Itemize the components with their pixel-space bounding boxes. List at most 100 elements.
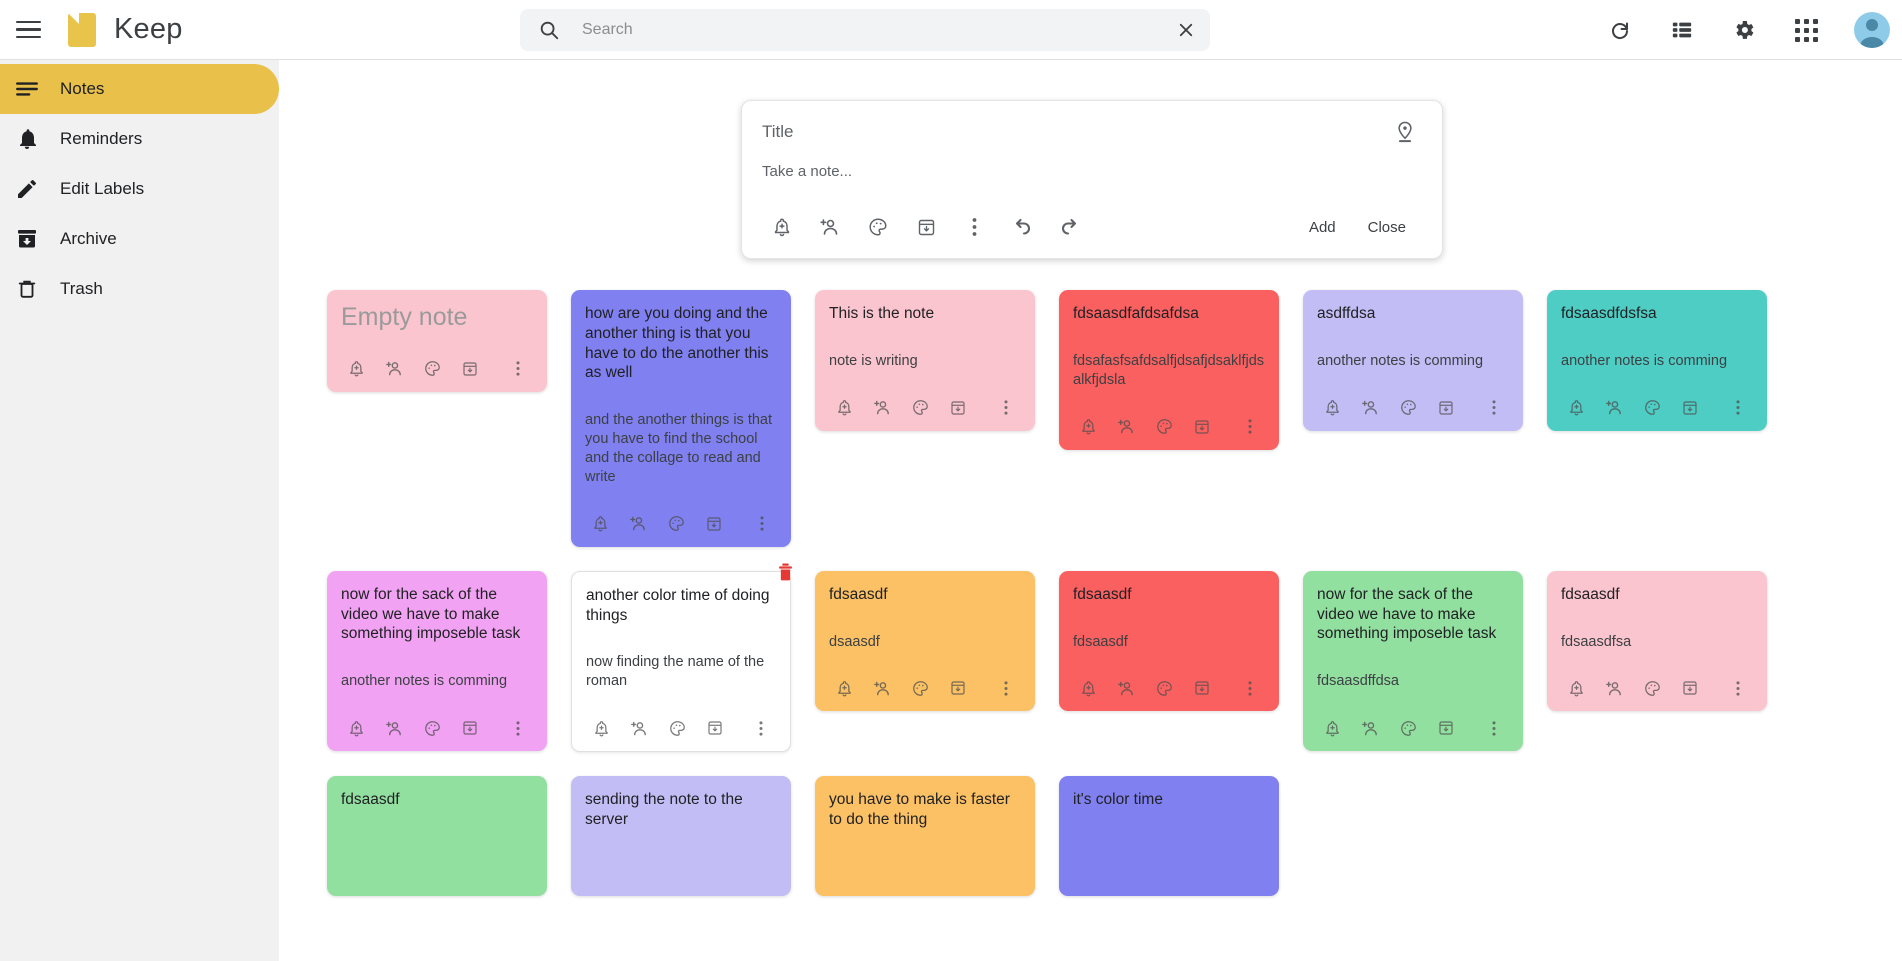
person-plus-icon[interactable]: [379, 713, 409, 743]
more-vert-icon[interactable]: [1235, 673, 1265, 703]
more-vert-icon[interactable]: [1235, 412, 1265, 442]
palette-icon[interactable]: [1637, 673, 1667, 703]
note-card[interactable]: asdffdsa another notes is comming: [1303, 290, 1523, 431]
palette-icon[interactable]: [905, 393, 935, 423]
more-options-button[interactable]: [954, 207, 994, 247]
note-card[interactable]: sending the note to the server: [571, 776, 791, 897]
note-card[interactable]: fdsaasdf fdsaasdfsa: [1547, 570, 1767, 712]
sidebar-item-reminders[interactable]: Reminders: [0, 114, 279, 164]
bell-plus-icon[interactable]: [341, 713, 371, 743]
archive-icon[interactable]: [1675, 393, 1705, 423]
reminder-button[interactable]: [762, 207, 802, 247]
note-card[interactable]: now for the sack of the video we have to…: [327, 570, 547, 752]
note-card[interactable]: fdsaasdfdsfsa another notes is comming: [1547, 290, 1767, 431]
person-plus-icon[interactable]: [1111, 412, 1141, 442]
person-plus-icon[interactable]: [1111, 673, 1141, 703]
archive-icon[interactable]: [943, 673, 973, 703]
note-card[interactable]: fdsaasdf: [327, 776, 547, 897]
person-plus-icon[interactable]: [1355, 713, 1385, 743]
archive-icon[interactable]: [1187, 673, 1217, 703]
add-note-button[interactable]: Add: [1293, 211, 1352, 244]
gear-icon[interactable]: [1724, 10, 1764, 50]
person-plus-icon[interactable]: [1599, 393, 1629, 423]
palette-icon[interactable]: [1393, 393, 1423, 423]
bell-plus-icon[interactable]: [1073, 412, 1103, 442]
note-card[interactable]: it's color time: [1059, 776, 1279, 897]
palette-icon[interactable]: [417, 354, 447, 384]
sidebar-item-archive[interactable]: Archive: [0, 214, 279, 264]
bell-plus-icon[interactable]: [1317, 393, 1347, 423]
more-vert-icon[interactable]: [503, 354, 533, 384]
refresh-button[interactable]: [1600, 10, 1640, 50]
background-color-button[interactable]: [858, 207, 898, 247]
palette-icon[interactable]: [417, 713, 447, 743]
search-bar[interactable]: [520, 9, 1210, 51]
more-vert-icon[interactable]: [1479, 393, 1509, 423]
location-pin-icon[interactable]: [1388, 115, 1422, 149]
more-vert-icon[interactable]: [503, 713, 533, 743]
archive-icon[interactable]: [455, 354, 485, 384]
archive-icon[interactable]: [700, 713, 730, 743]
archive-icon[interactable]: [943, 393, 973, 423]
note-card[interactable]: fdsaasdfafdsafdsa fdsafasfsafdsalfjdsafjd…: [1059, 290, 1279, 450]
person-plus-icon[interactable]: [867, 393, 897, 423]
apps-grid-icon[interactable]: [1786, 10, 1826, 50]
bell-plus-icon[interactable]: [1561, 393, 1591, 423]
archive-button[interactable]: [906, 207, 946, 247]
note-card[interactable]: fdsaasdf dsaasdf: [815, 570, 1035, 712]
more-vert-icon[interactable]: [991, 673, 1021, 703]
composer-title-input[interactable]: [762, 118, 1388, 146]
close-icon[interactable]: [1166, 10, 1206, 50]
composer-body-input[interactable]: [762, 163, 1422, 185]
collaborator-button[interactable]: [810, 207, 850, 247]
person-plus-icon[interactable]: [624, 713, 654, 743]
more-vert-icon[interactable]: [1723, 673, 1753, 703]
more-vert-icon[interactable]: [1723, 393, 1753, 423]
archive-icon[interactable]: [1431, 713, 1461, 743]
palette-icon[interactable]: [1393, 713, 1423, 743]
palette-icon[interactable]: [661, 509, 691, 539]
note-card[interactable]: another color time of doing things now fi…: [571, 563, 792, 753]
palette-icon[interactable]: [1637, 393, 1667, 423]
archive-icon[interactable]: [699, 509, 729, 539]
more-vert-icon[interactable]: [1479, 713, 1509, 743]
person-plus-icon[interactable]: [867, 673, 897, 703]
palette-icon[interactable]: [662, 713, 692, 743]
bell-plus-icon[interactable]: [829, 393, 859, 423]
user-avatar[interactable]: [1854, 12, 1890, 48]
person-plus-icon[interactable]: [1355, 393, 1385, 423]
note-card[interactable]: you have to make is faster to do the thi…: [815, 776, 1035, 897]
close-composer-button[interactable]: Close: [1352, 211, 1422, 244]
hamburger-menu-icon[interactable]: [4, 6, 52, 54]
bell-plus-icon[interactable]: [585, 509, 615, 539]
sidebar-item-trash[interactable]: Trash: [0, 264, 279, 314]
search-input[interactable]: [582, 21, 1166, 39]
more-vert-icon[interactable]: [991, 393, 1021, 423]
list-view-button[interactable]: [1662, 10, 1702, 50]
note-card[interactable]: Empty note: [327, 290, 547, 392]
note-card[interactable]: how are you doing and the another thing …: [571, 290, 791, 547]
bell-plus-icon[interactable]: [1073, 673, 1103, 703]
person-plus-icon[interactable]: [379, 354, 409, 384]
undo-button[interactable]: [1002, 207, 1042, 247]
redo-button[interactable]: [1050, 207, 1090, 247]
bell-plus-icon[interactable]: [829, 673, 859, 703]
bell-plus-icon[interactable]: [341, 354, 371, 384]
archive-icon[interactable]: [1675, 673, 1705, 703]
delete-note-icon[interactable]: [777, 562, 794, 582]
note-card[interactable]: This is the note note is writing: [815, 290, 1035, 431]
more-vert-icon[interactable]: [747, 509, 777, 539]
sidebar-item-edit-labels[interactable]: Edit Labels: [0, 164, 279, 214]
note-card[interactable]: fdsaasdf fdsaasdf: [1059, 570, 1279, 712]
more-vert-icon[interactable]: [746, 713, 776, 743]
note-card[interactable]: now for the sack of the video we have to…: [1303, 570, 1523, 752]
archive-icon[interactable]: [1187, 412, 1217, 442]
bell-plus-icon[interactable]: [1317, 713, 1347, 743]
palette-icon[interactable]: [1149, 673, 1179, 703]
bell-plus-icon[interactable]: [1561, 673, 1591, 703]
archive-icon[interactable]: [455, 713, 485, 743]
person-plus-icon[interactable]: [1599, 673, 1629, 703]
person-plus-icon[interactable]: [623, 509, 653, 539]
palette-icon[interactable]: [905, 673, 935, 703]
sidebar-item-notes[interactable]: Notes: [0, 64, 279, 114]
